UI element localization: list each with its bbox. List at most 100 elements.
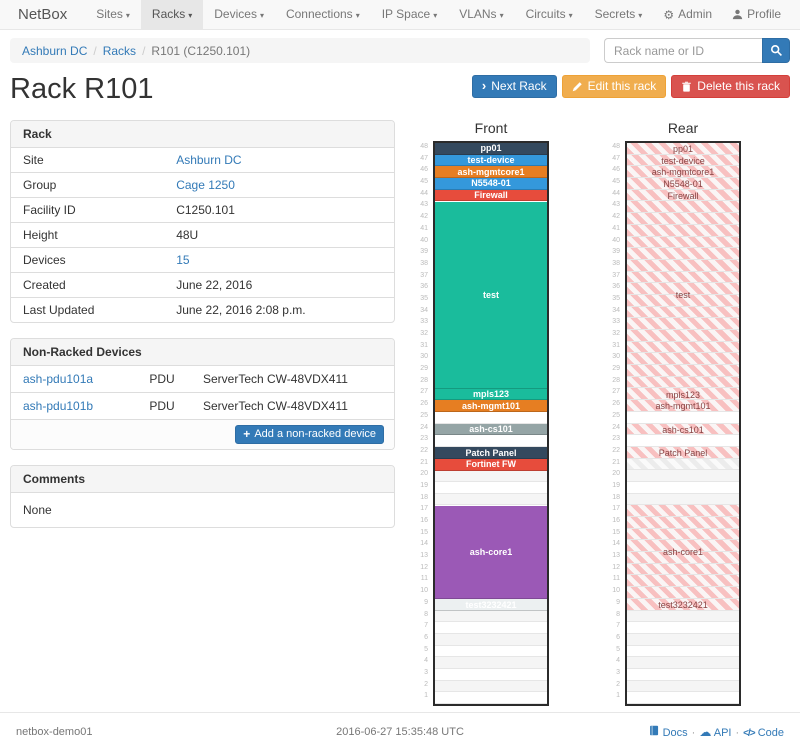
rack-device[interactable]: Patch Panel — [435, 447, 547, 459]
unit-number: 39 — [599, 246, 625, 258]
rack-unit[interactable] — [627, 470, 739, 482]
rack-unit[interactable] — [627, 622, 739, 634]
nav-item-sites[interactable]: Sites▾ — [85, 0, 141, 29]
breadcrumb-separator: / — [93, 44, 96, 58]
rack-device[interactable]: ash-cs101 — [435, 424, 547, 436]
footer-link-code[interactable]: </> Code — [743, 727, 784, 739]
next-rack-button[interactable]: › Next Rack — [472, 75, 557, 98]
nav-item-devices[interactable]: Devices▾ — [203, 0, 275, 29]
rack-device[interactable]: mpls123 — [627, 389, 739, 401]
rack-unit[interactable] — [435, 692, 547, 704]
nav-item-secrets[interactable]: Secrets▾ — [584, 0, 654, 29]
rack-device[interactable]: test3232421 — [627, 599, 739, 611]
device-name-link[interactable]: ash-pdu101b — [11, 393, 137, 420]
footer-link-docs[interactable]: Docs — [649, 727, 688, 739]
rack-unit[interactable] — [435, 622, 547, 634]
edit-rack-button[interactable]: Edit this rack — [562, 75, 667, 98]
rack-unit[interactable] — [627, 646, 739, 658]
rack-device[interactable]: ash-cs101 — [627, 424, 739, 436]
rack-device[interactable]: pp01 — [627, 143, 739, 155]
rack-unit[interactable] — [627, 435, 739, 447]
breadcrumb-item: R101 (C1250.101) — [151, 44, 250, 58]
search-button[interactable] — [762, 38, 790, 63]
search-input[interactable] — [604, 38, 762, 63]
rack-device[interactable]: ash-mgmt101 — [435, 400, 547, 412]
rack-unit[interactable] — [435, 657, 547, 669]
rear-rack-grid: pp01test-deviceash-mgmtcore1N5548-01Fire… — [625, 141, 741, 706]
nav-item-circuits[interactable]: Circuits▾ — [515, 0, 584, 29]
nav-item-connections[interactable]: Connections▾ — [275, 0, 371, 29]
breadcrumb-item[interactable]: Ashburn DC — [22, 44, 87, 58]
rack-device[interactable]: ash-mgmtcore1 — [435, 166, 547, 178]
rack-device[interactable]: test — [627, 202, 739, 389]
unit-number: 37 — [407, 270, 433, 282]
breadcrumb-item[interactable]: Racks — [103, 44, 136, 58]
user-nav-admin[interactable]: ⚙Admin — [653, 0, 722, 29]
unit-number: 5 — [599, 644, 625, 656]
rack-unit[interactable] — [627, 459, 739, 471]
info-value[interactable]: Ashburn DC — [164, 148, 394, 173]
rack-unit[interactable] — [435, 482, 547, 494]
add-non-racked-device-button[interactable]: + Add a non-racked device — [235, 425, 384, 444]
nav-item-ip-space[interactable]: IP Space▾ — [371, 0, 449, 29]
unit-number: 45 — [599, 176, 625, 188]
info-value[interactable]: Cage 1250 — [164, 173, 394, 198]
rack-device[interactable]: test-device — [435, 155, 547, 167]
rack-unit[interactable] — [435, 435, 547, 447]
rack-unit[interactable] — [435, 494, 547, 506]
app-brand[interactable]: NetBox — [8, 0, 77, 29]
rack-unit[interactable] — [435, 669, 547, 681]
rack-unit[interactable] — [627, 657, 739, 669]
rack-unit[interactable] — [435, 470, 547, 482]
unit-number: 48 — [599, 141, 625, 153]
rack-unit[interactable] — [435, 681, 547, 693]
unit-number: 36 — [599, 281, 625, 293]
rack-info-row: Facility IDC1250.101 — [11, 198, 394, 223]
rack-unit[interactable] — [627, 681, 739, 693]
user-nav-log-out[interactable]: Log out — [791, 0, 800, 29]
user-nav-profile[interactable]: Profile — [722, 0, 791, 29]
rack-unit[interactable] — [627, 692, 739, 704]
nav-item-vlans[interactable]: VLANs▾ — [448, 0, 514, 29]
rack-device[interactable]: ash-mgmt101 — [627, 400, 739, 412]
rack-unit[interactable] — [627, 482, 739, 494]
rack-device[interactable]: ash-mgmtcore1 — [627, 166, 739, 178]
rack-device[interactable]: N5548-01 — [627, 178, 739, 190]
rack-unit[interactable] — [435, 611, 547, 623]
rack-device[interactable]: test-device — [627, 155, 739, 167]
rack-device[interactable]: Firewall — [627, 190, 739, 202]
rack-device[interactable]: Firewall — [435, 190, 547, 202]
device-name-link[interactable]: ash-pdu101a — [11, 366, 137, 393]
rack-device[interactable]: Fortinet FW — [435, 459, 547, 471]
rack-unit[interactable] — [627, 634, 739, 646]
unit-number: 19 — [599, 480, 625, 492]
info-value[interactable]: 15 — [164, 248, 394, 273]
rack-device[interactable]: ash-core1 — [627, 506, 739, 600]
front-elevation-title: Front — [433, 120, 549, 136]
rack-unit[interactable] — [627, 494, 739, 506]
footer-link-api[interactable]: ☁ API — [699, 727, 731, 739]
caret-down-icon: ▾ — [433, 11, 437, 20]
unit-number: 15 — [407, 527, 433, 539]
rack-unit[interactable] — [627, 412, 739, 424]
rack-device[interactable]: test3232421 — [435, 599, 547, 611]
nav-item-racks[interactable]: Racks▾ — [141, 0, 203, 29]
comments-body: None — [11, 493, 394, 527]
delete-rack-button[interactable]: Delete this rack — [671, 75, 790, 98]
device-role: PDU — [137, 393, 191, 420]
rack-unit[interactable] — [627, 611, 739, 623]
non-racked-panel-title: Non-Racked Devices — [11, 339, 394, 366]
rack-unit[interactable] — [435, 412, 547, 424]
unit-number: 9 — [599, 597, 625, 609]
unit-number: 4 — [407, 655, 433, 667]
rack-device[interactable]: test — [435, 202, 547, 389]
rack-unit[interactable] — [435, 634, 547, 646]
rack-device[interactable]: ash-core1 — [435, 506, 547, 600]
rack-unit[interactable] — [627, 669, 739, 681]
rack-device[interactable]: pp01 — [435, 143, 547, 155]
rack-device[interactable]: mpls123 — [435, 389, 547, 401]
rack-device[interactable]: Patch Panel — [627, 447, 739, 459]
rack-unit[interactable] — [435, 646, 547, 658]
rack-info-row: Last UpdatedJune 22, 2016 2:08 p.m. — [11, 298, 394, 323]
rack-device[interactable]: N5548-01 — [435, 178, 547, 190]
